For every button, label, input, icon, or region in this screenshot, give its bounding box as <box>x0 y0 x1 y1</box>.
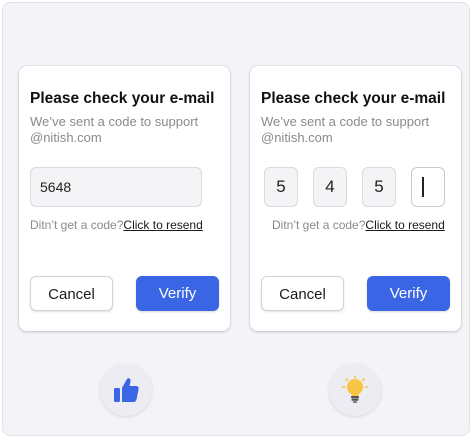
like-badge[interactable] <box>100 364 152 416</box>
resend-prefix: Ditn’t get a code? <box>272 218 366 232</box>
resend-row: Ditn’t get a code?Click to resend <box>272 218 445 232</box>
lightbulb-icon <box>341 375 369 403</box>
code-digit-4[interactable] <box>411 167 445 207</box>
code-digit-2[interactable]: 4 <box>313 167 347 207</box>
resend-prefix: Ditn’t get a code? <box>30 218 124 232</box>
card-subtitle: We’ve sent a code to support @nitish.com <box>261 114 430 145</box>
resend-link[interactable]: Click to resend <box>365 218 444 232</box>
code-digit-3[interactable]: 5 <box>362 167 396 207</box>
resend-row: Ditn’t get a code?Click to resend <box>30 218 203 232</box>
resend-link[interactable]: Click to resend <box>123 218 202 232</box>
card-subtitle: We’ve sent a code to support @nitish.com <box>30 114 199 145</box>
verify-button[interactable]: Verify <box>136 276 219 311</box>
email-verification-card-digit-inputs: Please check your e-mail We’ve sent a co… <box>250 66 461 331</box>
code-input[interactable]: 5648 <box>30 167 202 207</box>
thumbs-up-icon <box>114 378 139 402</box>
card-title: Please check your e-mail <box>261 90 446 107</box>
email-verification-card-single-input: Please check your e-mail We’ve sent a co… <box>19 66 230 331</box>
text-cursor <box>422 177 424 197</box>
verify-button[interactable]: Verify <box>367 276 450 311</box>
canvas-frame: Please check your e-mail We’ve sent a co… <box>2 2 470 436</box>
code-digit-1[interactable]: 5 <box>264 167 298 207</box>
cancel-button[interactable]: Cancel <box>261 276 344 311</box>
card-title: Please check your e-mail <box>30 90 215 107</box>
cancel-button[interactable]: Cancel <box>30 276 113 311</box>
idea-badge[interactable] <box>329 364 381 416</box>
